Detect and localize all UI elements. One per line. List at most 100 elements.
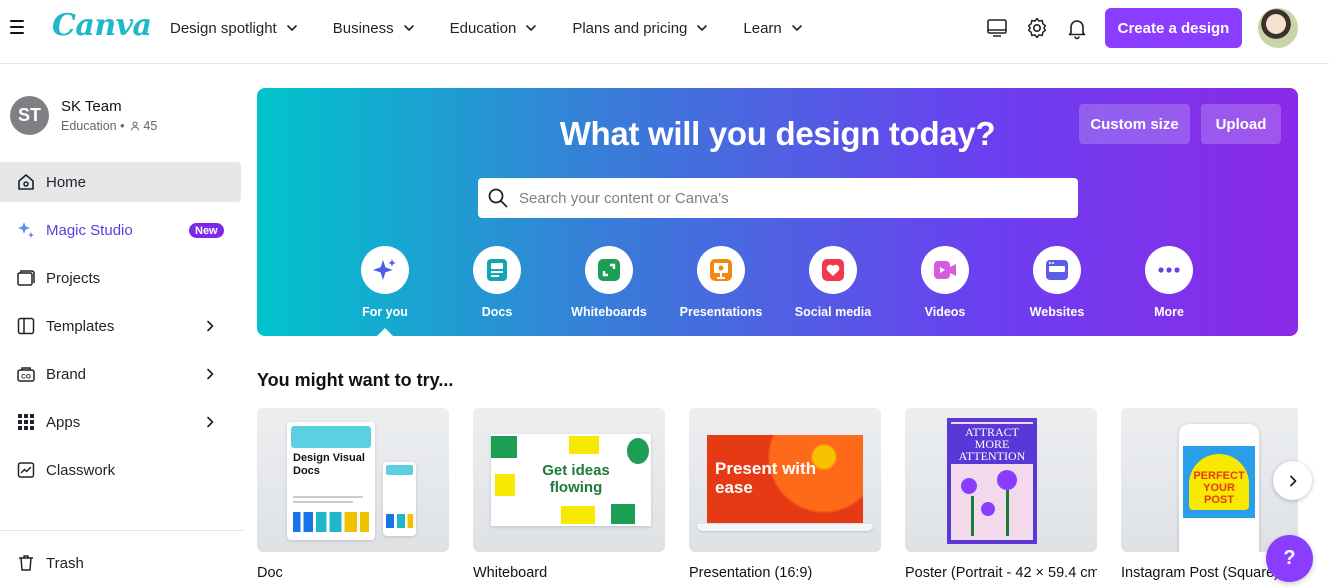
chevron-down-icon: [791, 25, 802, 31]
carousel-next-button[interactable]: [1273, 461, 1312, 500]
sidebar-item-label: Brand: [46, 365, 87, 383]
more-dots-icon: [1145, 246, 1193, 294]
chevron-down-icon: [697, 25, 708, 31]
sidebar-item-projects[interactable]: Projects: [0, 258, 241, 298]
nav-label: Plans and pricing: [572, 19, 688, 37]
category-presentations[interactable]: Presentations: [673, 246, 769, 319]
sidebar-divider: [0, 530, 244, 531]
trash-icon: [16, 553, 36, 573]
suggestion-card-presentation[interactable]: Present with ease Presentation (16:9): [689, 408, 881, 581]
chevron-right-icon: [207, 320, 214, 332]
search-icon: [488, 188, 508, 208]
team-avatar[interactable]: ST: [10, 96, 49, 135]
desktop-icon[interactable]: [985, 16, 1009, 40]
chevron-down-icon: [526, 25, 537, 31]
heart-icon: [809, 246, 857, 294]
team-meta: Education • 45: [61, 119, 158, 133]
top-bar: Canva Design spotlight Business Educatio…: [0, 0, 1329, 64]
category-more[interactable]: More: [1121, 246, 1217, 319]
category-social-media[interactable]: Social media: [785, 246, 881, 319]
poster-thumbnail: ATTRACT MORE ATTENTION: [905, 408, 1097, 552]
category-videos[interactable]: Videos: [897, 246, 993, 319]
hamburger-menu-icon[interactable]: [10, 20, 24, 34]
category-label: More: [1154, 305, 1184, 319]
apps-grid-icon: [16, 412, 36, 432]
chevron-right-icon: [207, 416, 214, 428]
nav-label: Design spotlight: [170, 19, 277, 37]
canva-logo[interactable]: Canva: [52, 8, 152, 43]
nav-learn[interactable]: Learn: [743, 20, 803, 37]
card-label: Doc: [257, 565, 283, 581]
members-icon: [130, 121, 139, 131]
sidebar-item-label: Apps: [46, 413, 81, 431]
category-label: Websites: [1029, 305, 1085, 319]
classwork-icon: [16, 460, 36, 480]
selected-category-pointer: [376, 328, 394, 337]
sidebar-item-label: Magic Studio: [46, 221, 133, 239]
nav-design-spotlight[interactable]: Design spotlight: [170, 20, 299, 37]
content-edge: [1320, 65, 1329, 587]
home-icon: [16, 172, 36, 192]
website-icon: [1033, 246, 1081, 294]
main-nav: Design spotlight Business Education Plan…: [170, 0, 838, 56]
team-type: Education: [61, 119, 117, 133]
svg-text:CO: CO: [21, 374, 31, 381]
sidebar-item-label: Classwork: [46, 461, 116, 479]
category-for-you[interactable]: For you: [337, 246, 433, 319]
hero-banner: What will you design today? Custom size …: [257, 88, 1298, 337]
suggestion-card-whiteboard[interactable]: Get ideas flowing Whiteboard: [473, 408, 665, 581]
category-websites[interactable]: Websites: [1009, 246, 1105, 319]
doc-thumbnail: Design Visual Docs: [257, 408, 449, 552]
nav-business[interactable]: Business: [333, 20, 416, 37]
user-avatar[interactable]: [1258, 8, 1298, 48]
gear-icon[interactable]: [1025, 16, 1049, 40]
brand-icon: CO: [16, 364, 36, 384]
sidebar-item-magic-studio[interactable]: Magic Studio New: [0, 210, 241, 250]
team-switcher[interactable]: ST SK Team Education • 45: [10, 96, 157, 135]
category-label: Videos: [924, 305, 966, 319]
sidebar-item-brand[interactable]: CO Brand: [0, 354, 241, 394]
category-docs[interactable]: Docs: [449, 246, 545, 319]
sidebar-item-label: Templates: [46, 317, 115, 335]
sidebar-item-templates[interactable]: Templates: [0, 306, 241, 346]
nav-label: Business: [332, 19, 394, 37]
category-label: For you: [362, 305, 408, 319]
instagram-thumbnail: PERFECT YOUR POST: [1121, 408, 1298, 552]
sidebar-item-label: Home: [46, 173, 87, 191]
poster-art: ATTRACT MORE ATTENTION: [947, 418, 1037, 544]
sidebar-item-trash[interactable]: Trash: [0, 543, 241, 583]
chevron-down-icon: [403, 25, 414, 31]
doc-page-large: Design Visual Docs: [287, 422, 375, 540]
presentation-icon: [697, 246, 745, 294]
sidebar-item-label: Trash: [46, 554, 84, 572]
custom-size-button[interactable]: Custom size: [1079, 104, 1190, 144]
upload-button[interactable]: Upload: [1201, 104, 1281, 144]
doc-icon: [473, 246, 521, 294]
sidebar-item-home[interactable]: Home: [0, 162, 241, 202]
team-name: SK Team: [61, 98, 122, 115]
templates-icon: [16, 316, 36, 336]
card-label: Poster (Portrait - 42 × 59.4 cm): [905, 565, 1097, 581]
presentation-thumbnail: Present with ease: [689, 408, 881, 552]
suggestion-card-poster[interactable]: ATTRACT MORE ATTENTION Poster (Portrait …: [905, 408, 1097, 581]
search-input[interactable]: [519, 189, 1059, 207]
new-badge: New: [189, 223, 224, 238]
chevron-right-icon: [207, 368, 214, 380]
search-bar[interactable]: [478, 178, 1078, 218]
sidebar-item-apps[interactable]: Apps: [0, 402, 241, 442]
team-info: SK Team Education • 45: [61, 98, 157, 133]
nav-label: Learn: [743, 19, 782, 37]
nav-plans-and-pricing[interactable]: Plans and pricing: [572, 20, 709, 37]
create-a-design-button[interactable]: Create a design: [1105, 8, 1242, 48]
doc-thumb-text: Design Visual Docs: [293, 452, 365, 477]
sidebar-item-label: Projects: [46, 269, 101, 287]
help-button[interactable]: ?: [1266, 535, 1313, 582]
category-whiteboards[interactable]: Whiteboards: [561, 246, 657, 319]
bell-icon[interactable]: [1065, 16, 1089, 40]
nav-education[interactable]: Education: [450, 20, 539, 37]
sidebar-item-classwork[interactable]: Classwork: [0, 450, 241, 490]
suggestion-card-doc[interactable]: Design Visual Docs Doc: [257, 408, 449, 581]
sidebar: ST SK Team Education • 45 Home Magic Stu…: [0, 65, 244, 587]
doc-page-mobile: [383, 462, 416, 536]
team-members-count: 45: [143, 119, 158, 133]
